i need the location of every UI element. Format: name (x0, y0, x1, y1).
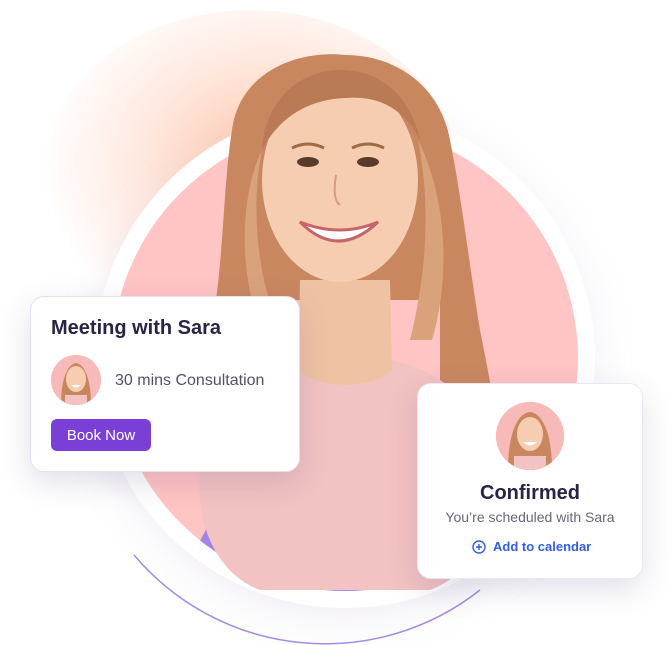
book-now-button[interactable]: Book Now (51, 419, 151, 451)
consultation-label: 30 mins Consultation (115, 372, 265, 389)
confirmed-heading: Confirmed (480, 482, 580, 504)
plus-circle-icon (472, 539, 486, 554)
meeting-title: Meeting with Sara (51, 317, 222, 339)
add-to-calendar-link[interactable]: Add to calendar (472, 539, 591, 554)
avatar (51, 355, 101, 405)
confirmation-card: Confirmed You’re scheduled with Sara Add… (417, 383, 643, 579)
avatar (496, 402, 564, 470)
meeting-card: Meeting with Sara 30 mins Consultation B… (30, 296, 300, 472)
hero-illustration: Meeting with Sara 30 mins Consultation B… (0, 0, 671, 645)
scheduled-text: You’re scheduled with Sara (445, 509, 615, 525)
add-to-calendar-label: Add to calendar (493, 539, 592, 554)
